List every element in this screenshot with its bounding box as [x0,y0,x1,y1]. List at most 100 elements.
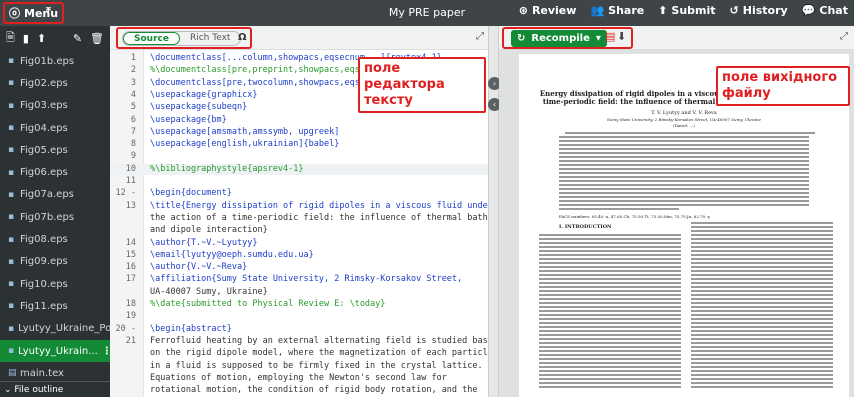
line-number: 8 [130,139,136,150]
body-line [539,238,681,240]
code-line: 20 - \begin{abstract} [110,324,488,335]
body-line [691,306,833,308]
chat-button[interactable]: 💬 Chat [802,4,848,17]
paper-date: (Dated: ...) [673,123,695,128]
file-icon: ▪ [8,256,15,267]
line-number: 16 [125,262,136,273]
line-text: \email{lyutyy@oeph.sumdu.edu.ua} [150,249,314,260]
file-tree-sidebar: 🗎 ▮ ⬆ ✎ 🗑 ▪ Fig01b.eps ▪ Fig02.eps ▪ Fig03.ep… [0,26,110,397]
expand-editor-icon[interactable]: ⤢ [476,31,484,42]
file-tree-item[interactable]: ▪ Fig11.eps [0,295,110,317]
body-line [691,234,833,236]
file-name: Fig10.eps [20,278,68,290]
body-line [539,386,681,388]
body-line [691,346,833,348]
body-line [691,286,833,288]
file-icon: ▪ [8,189,15,200]
file-tree-item[interactable]: ▪ Fig06.eps [0,161,110,183]
file-tree-item[interactable]: ▪ Fig05.eps [0,139,110,161]
body-line [691,350,833,352]
menu-button[interactable]: ⓞ Menu [3,2,65,24]
code-line: 9 [110,151,488,162]
line-text: \author{T.~V.~Lyutyy} [150,237,258,248]
line-number: 19 [125,311,136,322]
file-tree-item[interactable]: ▪ Fig07a.eps [0,184,110,206]
line-number: 3 [130,77,136,88]
abstract-line [559,144,809,146]
file-outline-toggle[interactable]: ⌄ File outline [0,381,110,397]
file-name: Fig08.eps [20,234,68,246]
abstract-line [559,200,809,202]
body-line [539,302,681,304]
body-line [691,298,833,300]
history-button[interactable]: ↺ History [730,4,788,17]
file-name: Lyutyy_Ukrain... [18,345,98,357]
line-text: UA-40007 Sumy, Ukraine} [150,286,268,297]
body-line [539,362,681,364]
code-line: and dipole interaction} [110,225,488,236]
file-menu-icon[interactable]: ⋮ [102,346,110,357]
line-text: \author{V.~V.~Reva} [150,262,248,273]
line-text: \usepackage[english,ukrainian]{babel} [150,139,340,150]
body-line [539,326,681,328]
abstract-line [559,160,809,162]
body-line [691,354,833,356]
upload-icon[interactable]: ⬆ [37,32,46,45]
file-tree-item[interactable]: ▪ Fig01b.eps [0,50,110,72]
review-button[interactable]: ⊛ Review [519,4,577,17]
body-line [691,226,833,228]
file-tree-item[interactable]: ▪ Fig08.eps [0,228,110,250]
body-line [691,366,833,368]
line-number: 5 [130,102,136,113]
body-line [539,290,681,292]
body-line [691,362,833,364]
line-text: \usepackage{subeqn} [150,102,248,113]
abstract-line [559,152,809,154]
submit-button[interactable]: ⬆ Submit [658,4,715,17]
delete-icon[interactable]: 🗑 [90,32,104,45]
file-icon: ▪ [8,234,15,245]
file-tree-item[interactable]: ▪ Fig09.eps [0,251,110,273]
file-name: Fig05.eps [20,144,68,156]
file-name: Fig07b.eps [20,211,75,223]
pane-divider[interactable]: › ‹ [488,26,501,397]
abstract-line [559,156,809,158]
file-icon: ▤ [8,368,17,379]
file-tree-item[interactable]: ▪ Fig10.eps [0,273,110,295]
body-line [539,254,681,256]
body-line [539,294,681,296]
line-text: the action of a time-periodic field: the… [150,212,488,223]
back-to-projects-icon[interactable]: ⤒ [46,5,51,19]
body-line [691,270,833,272]
file-tree-item[interactable]: ▪ Fig07b.eps [0,206,110,228]
file-icon: ▪ [8,301,15,312]
line-text: rotational motion, the condition of rigi… [150,385,478,396]
body-line [539,378,681,380]
file-name: Fig02.eps [20,77,68,89]
file-tree-item[interactable]: ▪ Fig04.eps [0,117,110,139]
body-line [691,382,833,384]
rename-icon[interactable]: ✎ [73,32,82,45]
share-button[interactable]: 👥 Share [590,4,644,17]
file-tree-item[interactable]: ▪ Fig03.eps [0,95,110,117]
code-line: 8 \usepackage[english,ukrainian]{babel} [110,139,488,150]
file-tree-item[interactable]: ▪ Lyutyy_Ukrain... ⋮ [0,339,110,363]
line-text: \affiliation{Sumy State University, 2 Ri… [150,274,463,285]
body-line [539,274,681,276]
line-text: \documentclass[pre,twocolumn,showpacs,eq… [150,77,376,88]
file-tree-item[interactable]: ▪ Fig02.eps [0,72,110,94]
expand-preview-icon[interactable]: ⤢ [840,31,848,42]
new-file-icon[interactable]: 🗎 [6,29,15,48]
abstract-line [559,204,809,206]
file-list: ▪ Fig01b.eps ▪ Fig02.eps ▪ Fig03.eps ▪ Fig04.ep… [0,50,110,384]
file-tree-item[interactable]: ▪Lyutyy_Ukraine_Po... [0,318,110,340]
new-folder-icon[interactable]: ▮ [23,32,29,45]
code-line: 12 - \begin{document} [110,188,488,199]
line-number: 21 [125,335,136,346]
code-line: UA-40007 Sumy, Ukraine} [110,287,488,298]
body-line [539,338,681,340]
body-line [691,378,833,380]
body-line [691,334,833,336]
line-number: 1 [130,53,136,63]
file-icon: ▪ [8,346,15,356]
